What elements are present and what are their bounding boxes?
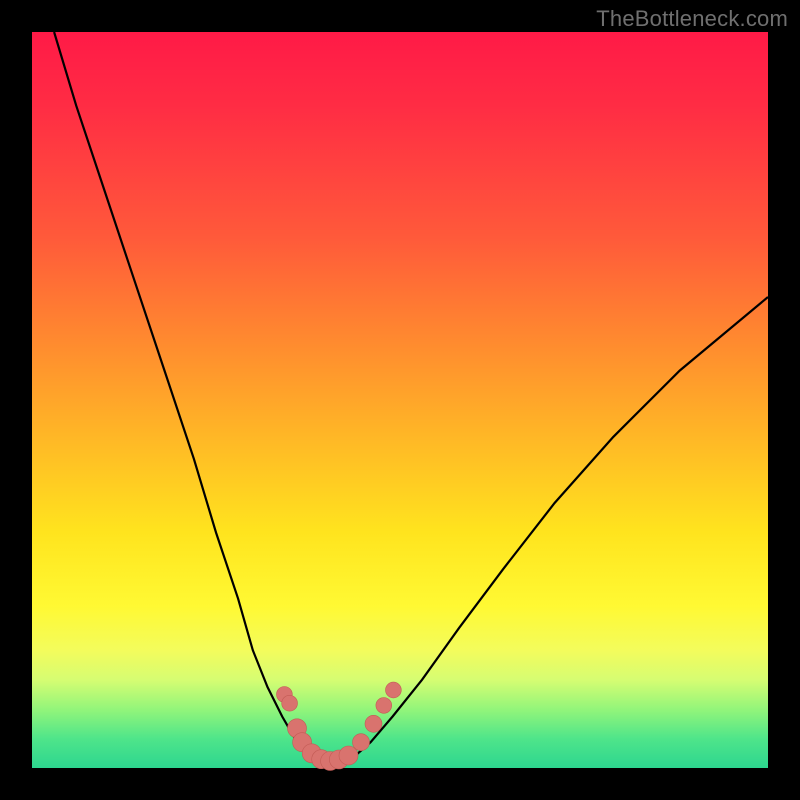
curve-marker (386, 682, 402, 698)
curve-marker (339, 746, 358, 765)
chart-frame: TheBottleneck.com (0, 0, 800, 800)
watermark-text: TheBottleneck.com (596, 6, 788, 32)
curve-marker (376, 698, 392, 714)
curve-marker (282, 695, 298, 711)
curve-marker (353, 734, 370, 751)
bottleneck-curve (54, 32, 768, 762)
chart-svg (32, 32, 768, 768)
curve-marker (365, 715, 382, 732)
marker-group (277, 682, 402, 770)
